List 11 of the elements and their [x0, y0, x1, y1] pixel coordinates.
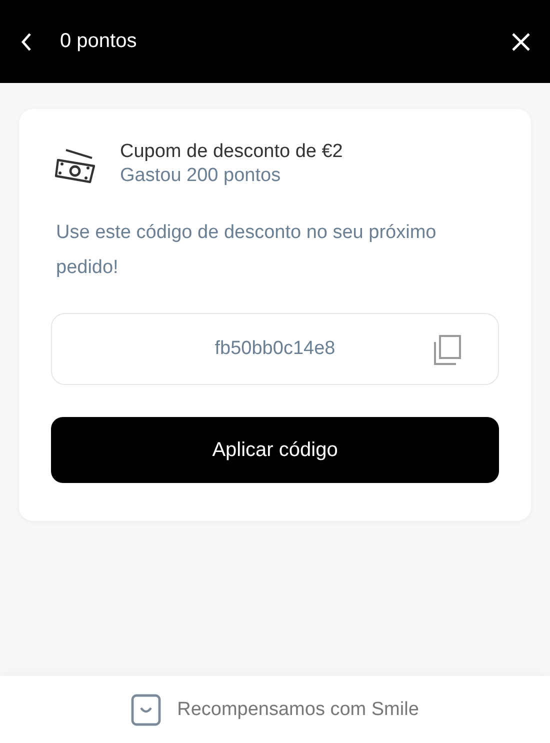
reward-title: Cupom de desconto de €2 — [120, 141, 343, 163]
close-button[interactable] — [512, 32, 530, 50]
instructions-text: Use este código de desconto no seu próximo pedido! — [56, 221, 438, 280]
copy-button[interactable] — [432, 334, 462, 366]
code-field[interactable]: fb50bb0c14e8 — [51, 313, 499, 385]
apply-code-button[interactable]: Aplicar código — [51, 417, 499, 483]
footer-text: Recompensamos com Smile — [177, 698, 419, 720]
points-title: 0 pontos — [60, 30, 138, 53]
back-button[interactable] — [20, 32, 34, 52]
smile-logo-icon — [131, 694, 162, 726]
points-spent: Gastou 200 pontos — [120, 165, 282, 187]
